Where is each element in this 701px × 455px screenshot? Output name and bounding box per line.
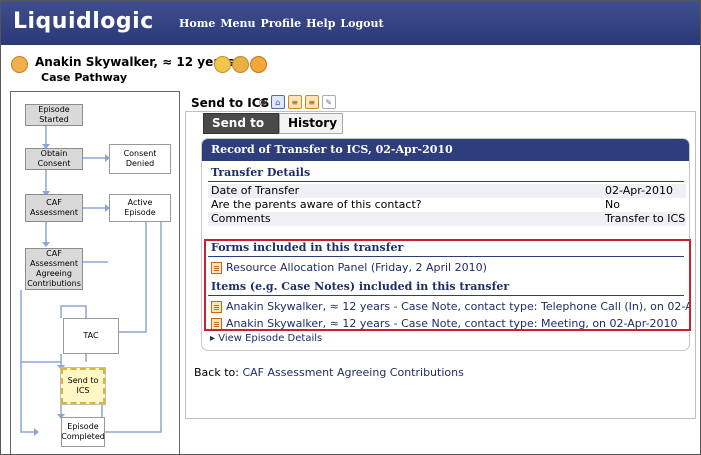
top-bar: Liquidlogic Home Menu Profile Help Logou… xyxy=(1,1,700,45)
nav-home[interactable]: Home xyxy=(179,17,215,30)
form-link[interactable]: Resource Allocation Panel (Friday, 2 Apr… xyxy=(211,260,487,275)
detail-row: Date of Transfer 02-Apr-2010 xyxy=(208,184,686,198)
nav-help[interactable]: Help xyxy=(306,17,335,30)
case-note-link-text[interactable]: Anakin Skywalker, ≈ 12 years - Case Note… xyxy=(226,317,678,330)
case-note-link[interactable]: Anakin Skywalker, ≈ 12 years - Case Note… xyxy=(211,299,689,314)
detail-value: 02-Apr-2010 xyxy=(605,184,674,197)
node-episode-completed[interactable]: Episode Completed xyxy=(61,417,105,447)
back-to-link[interactable]: CAF Assessment Agreeing Contributions xyxy=(242,366,463,379)
person-icon[interactable] xyxy=(214,56,231,73)
patient-avatar-icon xyxy=(11,56,28,73)
transfer-record-card: Record of Transfer to ICS, 02-Apr-2010 T… xyxy=(201,138,690,351)
section-divider xyxy=(208,295,684,296)
node-consent-denied[interactable]: Consent Denied xyxy=(109,144,171,174)
node-send-to-ics[interactable]: Send to ICS xyxy=(60,367,106,405)
liquidlogic-logo[interactable]: Liquidlogic xyxy=(13,9,154,34)
detail-value: Transfer to ICS xyxy=(605,212,686,225)
node-caf-assessment[interactable]: CAF Assessment xyxy=(25,194,83,222)
nav-menu[interactable]: Menu xyxy=(220,17,255,30)
case-note-link-text[interactable]: Anakin Skywalker, ≈ 12 years - Case Note… xyxy=(226,300,689,313)
node-episode-started[interactable]: Episode Started xyxy=(25,104,83,126)
group-icon[interactable] xyxy=(232,56,249,73)
forms-title: Forms included in this transfer xyxy=(211,241,404,254)
form-link-text[interactable]: Resource Allocation Panel (Friday, 2 Apr… xyxy=(226,261,487,274)
case-pathway-label: Case Pathway xyxy=(41,71,128,84)
document-icon xyxy=(211,317,222,330)
detail-row: Comments Transfer to ICS xyxy=(208,212,686,226)
back-to-label: Back to: xyxy=(194,366,239,379)
back-to-line: Back to: CAF Assessment Agreeing Contrib… xyxy=(194,366,464,379)
detail-label: Are the parents aware of this contact? xyxy=(211,198,422,211)
home-icon[interactable]: ⌂ xyxy=(270,95,285,109)
node-obtain-consent[interactable]: Obtain Consent xyxy=(25,148,83,170)
view-episode-details-link[interactable]: ▸ View Episode Details xyxy=(210,333,322,344)
tab-history[interactable]: History xyxy=(279,113,343,134)
case-note-link[interactable]: Anakin Skywalker, ≈ 12 years - Case Note… xyxy=(211,316,678,331)
section-divider xyxy=(208,181,684,182)
document-icon xyxy=(211,261,222,274)
detail-value: No xyxy=(605,198,620,211)
tab-send-to-ics[interactable]: Send to ICS xyxy=(203,113,279,149)
node-caf-agreeing-contributions[interactable]: CAF Assessment Agreeing Contributions xyxy=(25,248,83,290)
document-icon[interactable]: ≡ xyxy=(287,95,302,109)
pencil-icon[interactable]: ✎ xyxy=(321,95,336,109)
nav-logout[interactable]: Logout xyxy=(340,17,383,30)
page-title: Send to ICS xyxy=(191,96,270,110)
top-nav: Home Menu Profile Help Logout xyxy=(179,17,384,30)
patient-name: Anakin Skywalker, ≈ 12 years xyxy=(35,55,235,69)
radio-icon[interactable]: ◉ xyxy=(259,97,268,108)
nav-profile[interactable]: Profile xyxy=(261,17,302,30)
page-toolbar: ◉ ⌂ ≡ ≡ ✎ xyxy=(259,95,336,109)
detail-label: Date of Transfer xyxy=(211,184,300,197)
items-title: Items (e.g. Case Notes) included in this… xyxy=(211,280,510,293)
document-icon[interactable]: ≡ xyxy=(304,95,319,109)
section-divider xyxy=(208,256,684,257)
document-icon xyxy=(211,300,222,313)
record-header: Record of Transfer to ICS, 02-Apr-2010 xyxy=(202,139,689,161)
detail-label: Comments xyxy=(211,212,271,225)
detail-row: Are the parents aware of this contact? N… xyxy=(208,198,686,212)
transfer-details-title: Transfer Details xyxy=(211,166,311,179)
node-tac[interactable]: TAC xyxy=(63,318,119,354)
node-active-episode[interactable]: Active Episode xyxy=(109,194,171,222)
patient-avatar-icon[interactable] xyxy=(250,56,267,73)
case-pathway-diagram: Episode Started Obtain Consent Consent D… xyxy=(10,91,180,454)
app-frame: Liquidlogic Home Menu Profile Help Logou… xyxy=(0,0,701,455)
